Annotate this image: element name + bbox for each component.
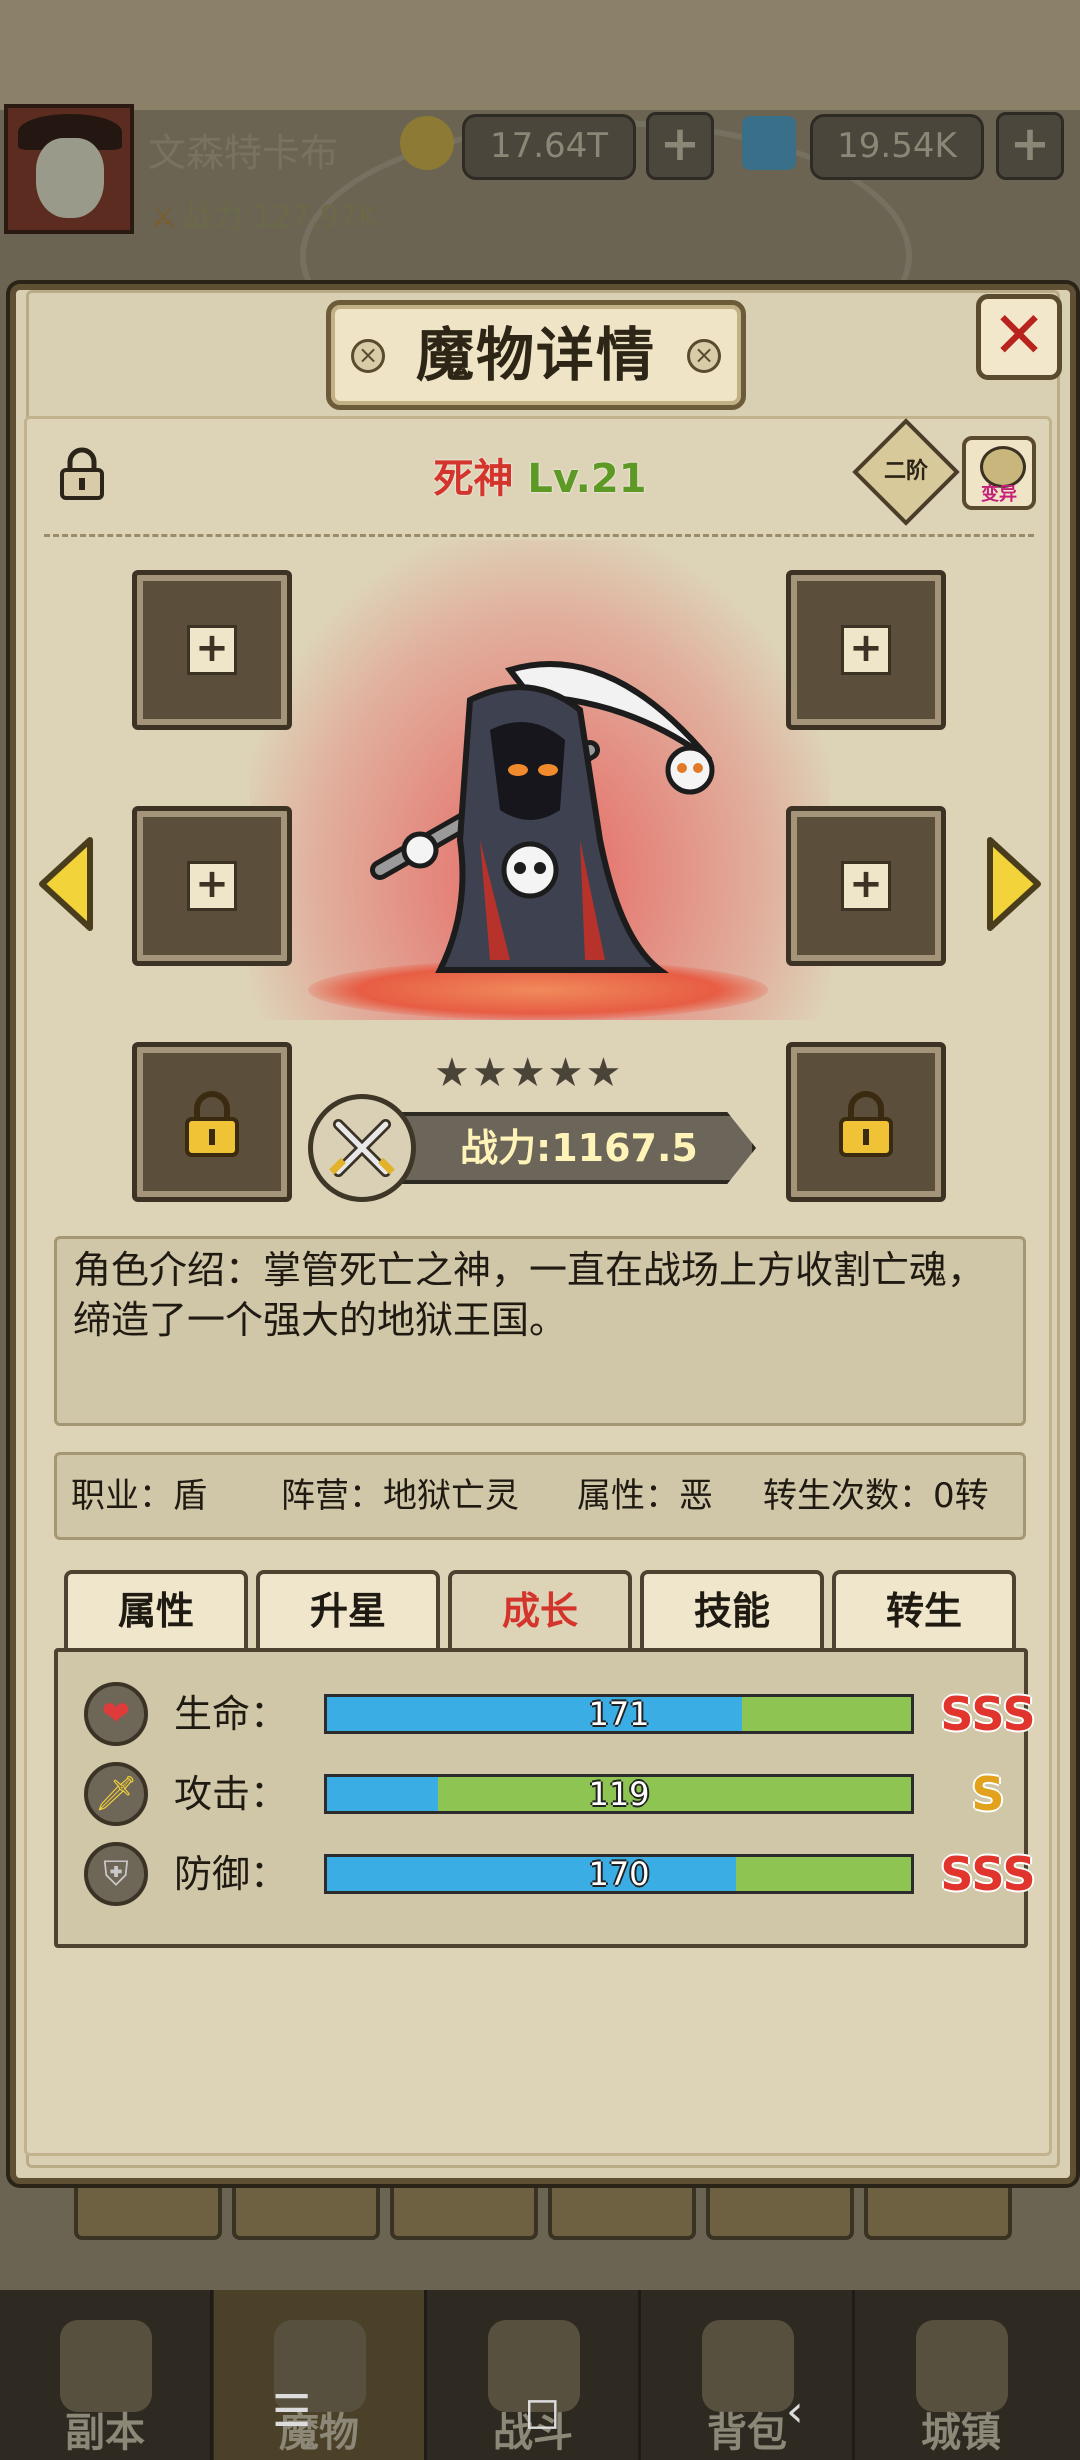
dialog-title-plate: × 魔物详情 ×: [326, 300, 746, 410]
star-icon: ★: [547, 1050, 584, 1096]
padlock-icon: [839, 1091, 893, 1157]
hp-growth-bar: 171: [324, 1694, 914, 1734]
gem-amount: 19.54K: [810, 114, 984, 180]
player-power: ⚔ 战力:127.97K: [150, 192, 378, 236]
gold-amount: 17.64T: [462, 114, 636, 180]
grim-reaper-sprite: [370, 661, 715, 973]
hp-growth-value: 171: [588, 1695, 650, 1733]
mutate-label: 变异: [981, 484, 1017, 505]
close-button[interactable]: ✕: [976, 294, 1062, 380]
tab-skills[interactable]: 技能: [640, 1570, 824, 1650]
add-equip-icon: +: [187, 861, 237, 911]
crossed-swords-icon: [308, 1094, 416, 1202]
add-gold-button[interactable]: +: [646, 112, 714, 180]
power-icon: ⚔: [150, 200, 177, 235]
defense-label: 防御：: [174, 1852, 289, 1896]
monster-level: Lv.21: [527, 456, 647, 502]
rebirth-info: 转生次数：0转: [763, 1476, 989, 1516]
star-icon: ★: [509, 1050, 546, 1096]
back-button[interactable]: ‹: [786, 2386, 804, 2437]
equip-slot-top-right[interactable]: +: [786, 570, 946, 730]
tier-label: 二阶: [883, 459, 928, 484]
equip-slot-mid-left[interactable]: +: [132, 806, 292, 966]
divider: [44, 534, 1034, 537]
attack-grade: S: [971, 1767, 1005, 1821]
hp-label: 生命：: [174, 1692, 289, 1736]
add-equip-icon: +: [841, 861, 891, 911]
equip-slot-top-left[interactable]: +: [132, 570, 292, 730]
player-name: 文森特卡布: [148, 131, 339, 175]
tab-star-up[interactable]: 升星: [256, 1570, 440, 1650]
description-box: 角色介绍：掌管死亡之神，一直在战场上方收割亡魂，缔造了一个强大的地狱王国。: [54, 1236, 1026, 1426]
defense-growth-value: 170: [588, 1855, 650, 1893]
hp-grade: SSS: [940, 1687, 1036, 1741]
dialog-title: 魔物详情: [415, 321, 656, 389]
info-row: 职业：盾 阵营：地狱亡灵 属性：恶 转生次数：0转: [54, 1452, 1026, 1540]
system-nav-bar: ☰ ◻ ‹: [0, 2380, 1080, 2460]
add-gems-button[interactable]: +: [996, 112, 1064, 180]
defense-growth-bar: 170: [324, 1854, 914, 1894]
faction-info: 阵营：地狱亡灵: [281, 1476, 519, 1516]
combat-power: 战力:1167.5: [460, 1126, 698, 1170]
recents-button[interactable]: ☰: [272, 2386, 311, 2437]
prev-monster-arrow-icon[interactable]: [36, 836, 96, 932]
equip-slot-locked-left[interactable]: [132, 1042, 292, 1202]
star-icon: ★: [434, 1050, 470, 1096]
player-power-text: 战力:127.97K: [182, 200, 378, 235]
add-equip-icon: +: [841, 625, 891, 675]
tab-growth[interactable]: 成长: [448, 1570, 632, 1654]
bolt-icon: ×: [687, 339, 721, 373]
shield-icon: ⛨: [84, 1842, 148, 1906]
monster-description: 角色介绍：掌管死亡之神，一直在战场上方收割亡魂，缔造了一个强大的地狱王国。: [73, 1248, 986, 1342]
job-info: 职业：盾: [71, 1476, 207, 1516]
monster-name: 死神: [433, 456, 514, 502]
attack-label: 攻击：: [174, 1772, 289, 1816]
gem-icon: [742, 116, 796, 170]
bolt-icon: ×: [351, 339, 385, 373]
attack-growth-value: 119: [588, 1775, 650, 1813]
equip-slot-mid-right[interactable]: +: [786, 806, 946, 966]
tab-rebirth[interactable]: 转生: [832, 1570, 1016, 1650]
heart-icon: ❤: [84, 1682, 148, 1746]
attack-growth-bar: 119: [324, 1774, 914, 1814]
attribute-info: 属性：恶: [577, 1476, 713, 1516]
add-equip-icon: +: [187, 625, 237, 675]
next-monster-arrow-icon[interactable]: [984, 836, 1044, 932]
defense-grade: SSS: [940, 1847, 1036, 1901]
gold-coin-icon: [400, 116, 454, 170]
home-button[interactable]: ◻: [524, 2386, 561, 2437]
sword-icon: 🗡: [84, 1762, 148, 1826]
star-rating: ★★★★★: [434, 1050, 654, 1096]
combat-power-bar: 战力:1167.5: [396, 1112, 756, 1184]
star-icon: ★: [471, 1050, 508, 1096]
mutate-button[interactable]: 变异: [962, 436, 1036, 510]
close-icon: ✕: [992, 299, 1046, 373]
tab-attributes[interactable]: 属性: [64, 1570, 248, 1650]
avatar-face: [36, 138, 104, 218]
background-sky: [0, 0, 1080, 110]
padlock-icon: [185, 1091, 239, 1157]
equip-slot-locked-right[interactable]: [786, 1042, 946, 1202]
star-icon: ★: [585, 1050, 622, 1096]
player-avatar[interactable]: [4, 104, 134, 234]
